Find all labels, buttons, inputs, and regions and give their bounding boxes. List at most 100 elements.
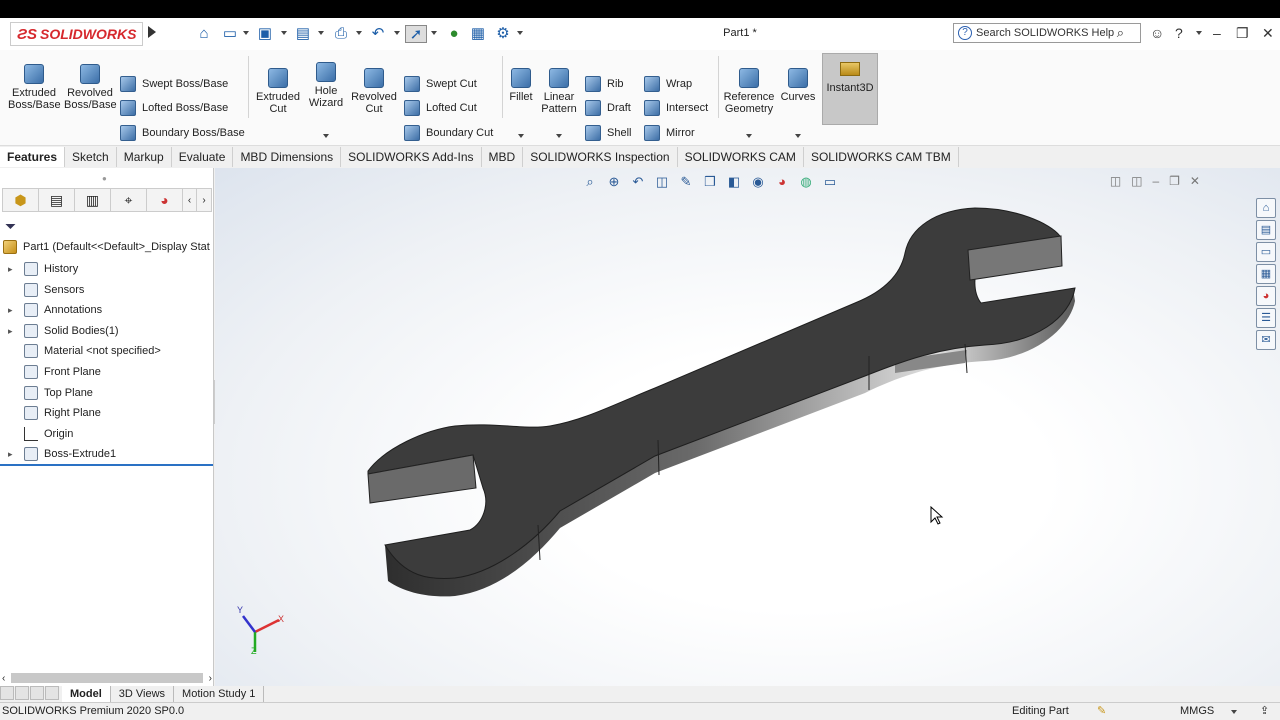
options-dropdown-icon[interactable] xyxy=(517,31,523,35)
filter-icon[interactable]: ⏷ xyxy=(5,218,16,235)
user-account-icon[interactable]: ☺ xyxy=(1150,25,1164,41)
last-tab-icon[interactable] xyxy=(45,686,59,700)
save-dropdown-icon[interactable] xyxy=(318,31,324,35)
expand-arrow-icon[interactable]: ▸ xyxy=(8,305,18,316)
select-cursor-icon[interactable]: ➚ xyxy=(405,25,427,43)
hole-wizard-dropdown-icon[interactable] xyxy=(323,134,329,138)
lofted-boss-button[interactable]: Lofted Boss/Base xyxy=(120,99,228,117)
tree-item-annotations[interactable]: ▸ Annotations xyxy=(8,301,102,319)
status-expand-icon[interactable]: ⇪ xyxy=(1260,703,1269,720)
swept-cut-button[interactable]: Swept Cut xyxy=(404,75,477,93)
scroll-right-icon[interactable]: › xyxy=(209,673,212,684)
search-icon[interactable]: ⌕ xyxy=(1117,25,1124,41)
tab-addins[interactable]: SOLIDWORKS Add-Ins xyxy=(341,147,482,167)
curves-button[interactable]: Curves xyxy=(780,68,816,103)
tree-item-boss-extrude1[interactable]: ▸ Boss-Extrude1 xyxy=(8,445,116,463)
shell-button[interactable]: Shell xyxy=(585,124,631,142)
revolved-boss-button[interactable]: Revolved Boss/Base xyxy=(64,64,117,111)
undo-icon[interactable]: ↶ xyxy=(369,25,387,43)
configuration-manager-tab-icon[interactable]: ▥ xyxy=(75,189,111,211)
reference-geometry-dropdown-icon[interactable] xyxy=(746,134,752,138)
menu-expand-arrow-icon[interactable] xyxy=(148,26,156,38)
help-search-input[interactable]: ? Search SOLIDWORKS Help ⌕ xyxy=(953,23,1141,43)
revolved-cut-button[interactable]: Revolved Cut xyxy=(350,68,398,115)
expand-arrow-icon[interactable]: ▸ xyxy=(8,264,18,275)
tab-mbd[interactable]: MBD xyxy=(481,147,524,167)
new-dropdown-icon[interactable] xyxy=(243,31,249,35)
tab-features[interactable]: Features xyxy=(0,147,66,167)
wrap-button[interactable]: Wrap xyxy=(644,75,692,93)
lofted-cut-button[interactable]: Lofted Cut xyxy=(404,99,477,117)
swept-boss-button[interactable]: Swept Boss/Base xyxy=(120,75,228,93)
rebuild-icon[interactable]: ● xyxy=(445,25,463,43)
minimize-icon[interactable]: – xyxy=(1213,25,1221,41)
panel-grip-icon[interactable]: ● xyxy=(102,174,107,183)
instant3d-button[interactable]: Instant3D xyxy=(822,53,878,125)
save-icon[interactable]: ▤ xyxy=(294,25,312,43)
tab-motion-study[interactable]: Motion Study 1 xyxy=(174,686,265,702)
first-tab-icon[interactable] xyxy=(0,686,14,700)
tree-item-material[interactable]: Material <not specified> xyxy=(8,342,161,360)
home-icon[interactable]: ⌂ xyxy=(195,25,213,43)
tab-inspection[interactable]: SOLIDWORKS Inspection xyxy=(523,147,678,167)
rebuild-status-icon[interactable]: ✎ xyxy=(1097,703,1106,720)
tab-sketch[interactable]: Sketch xyxy=(65,147,117,167)
rollback-bar[interactable] xyxy=(0,464,213,466)
graphics-area[interactable]: ⌕ ⊕ ↶ ◫ ✎ ❒ ◧ ◉ ◕ ◍ ▭ ◫◫–❐✕ ⌂ ▤ ▭ ▦ ◕ ☰ … xyxy=(215,168,1280,686)
new-document-icon[interactable]: ▭ xyxy=(221,25,239,43)
dimxpert-tab-icon[interactable]: ⌖ xyxy=(111,189,147,211)
solidworks-logo[interactable]: ƧS SOLIDWORKS xyxy=(10,22,144,46)
tree-root-part[interactable]: Part1 (Default<<Default>_Display Stat xyxy=(3,240,210,254)
tab-scroll-left-icon[interactable]: ‹ xyxy=(183,189,197,211)
close-icon[interactable]: ✕ xyxy=(1262,25,1274,42)
tab-3d-views[interactable]: 3D Views xyxy=(111,686,175,702)
feature-manager-tab-icon[interactable]: ⬢ xyxy=(3,189,39,211)
unit-system-dropdown-icon[interactable] xyxy=(1231,710,1237,714)
extruded-cut-button[interactable]: Extruded Cut xyxy=(254,68,302,115)
prev-tab-icon[interactable] xyxy=(15,686,29,700)
extruded-boss-button[interactable]: Extruded Boss/Base xyxy=(8,64,61,111)
tree-item-sensors[interactable]: Sensors xyxy=(8,281,84,299)
tab-model[interactable]: Model xyxy=(62,686,111,702)
undo-dropdown-icon[interactable] xyxy=(394,31,400,35)
horizontal-scrollbar[interactable]: ‹ › xyxy=(2,671,212,685)
tab-markup[interactable]: Markup xyxy=(116,147,172,167)
tab-scroll-right-icon[interactable]: › xyxy=(197,189,211,211)
tab-evaluate[interactable]: Evaluate xyxy=(171,147,234,167)
expand-arrow-icon[interactable]: ▸ xyxy=(8,449,18,460)
tree-item-front-plane[interactable]: Front Plane xyxy=(8,363,101,381)
file-properties-icon[interactable]: ▦ xyxy=(469,25,487,43)
next-tab-icon[interactable] xyxy=(30,686,44,700)
open-dropdown-icon[interactable] xyxy=(281,31,287,35)
tree-item-origin[interactable]: Origin xyxy=(8,425,73,443)
linear-pattern-dropdown-icon[interactable] xyxy=(556,134,562,138)
fillet-button[interactable]: Fillet xyxy=(506,68,536,103)
intersect-button[interactable]: Intersect xyxy=(644,99,708,117)
scroll-left-icon[interactable]: ‹ xyxy=(2,673,5,684)
tab-cam-tbm[interactable]: SOLIDWORKS CAM TBM xyxy=(803,147,959,167)
scroll-thumb[interactable] xyxy=(11,673,203,683)
boundary-boss-button[interactable]: Boundary Boss/Base xyxy=(120,124,245,142)
restore-icon[interactable]: ❐ xyxy=(1236,25,1249,42)
linear-pattern-button[interactable]: Linear Pattern xyxy=(540,68,578,115)
help-dropdown-icon[interactable] xyxy=(1196,31,1202,35)
tab-cam[interactable]: SOLIDWORKS CAM xyxy=(677,147,804,167)
curves-dropdown-icon[interactable] xyxy=(795,134,801,138)
property-manager-tab-icon[interactable]: ▤ xyxy=(39,189,75,211)
fillet-dropdown-icon[interactable] xyxy=(518,134,524,138)
rib-button[interactable]: Rib xyxy=(585,75,624,93)
mirror-button[interactable]: Mirror xyxy=(644,124,695,142)
tree-item-history[interactable]: ▸ History xyxy=(8,260,78,278)
tree-item-right-plane[interactable]: Right Plane xyxy=(8,404,101,422)
open-icon[interactable]: ▣ xyxy=(256,25,274,43)
draft-button[interactable]: Draft xyxy=(585,99,631,117)
select-dropdown-icon[interactable] xyxy=(431,31,437,35)
reference-geometry-button[interactable]: Reference Geometry xyxy=(722,68,776,115)
print-icon[interactable]: ⎙ xyxy=(332,25,350,43)
options-gear-icon[interactable]: ⚙ xyxy=(494,25,512,43)
tree-item-solid-bodies[interactable]: ▸ Solid Bodies(1) xyxy=(8,322,119,340)
print-dropdown-icon[interactable] xyxy=(356,31,362,35)
tab-mbd-dimensions[interactable]: MBD Dimensions xyxy=(233,147,342,167)
hole-wizard-button[interactable]: Hole Wizard xyxy=(304,62,348,109)
tree-item-top-plane[interactable]: Top Plane xyxy=(8,384,93,402)
